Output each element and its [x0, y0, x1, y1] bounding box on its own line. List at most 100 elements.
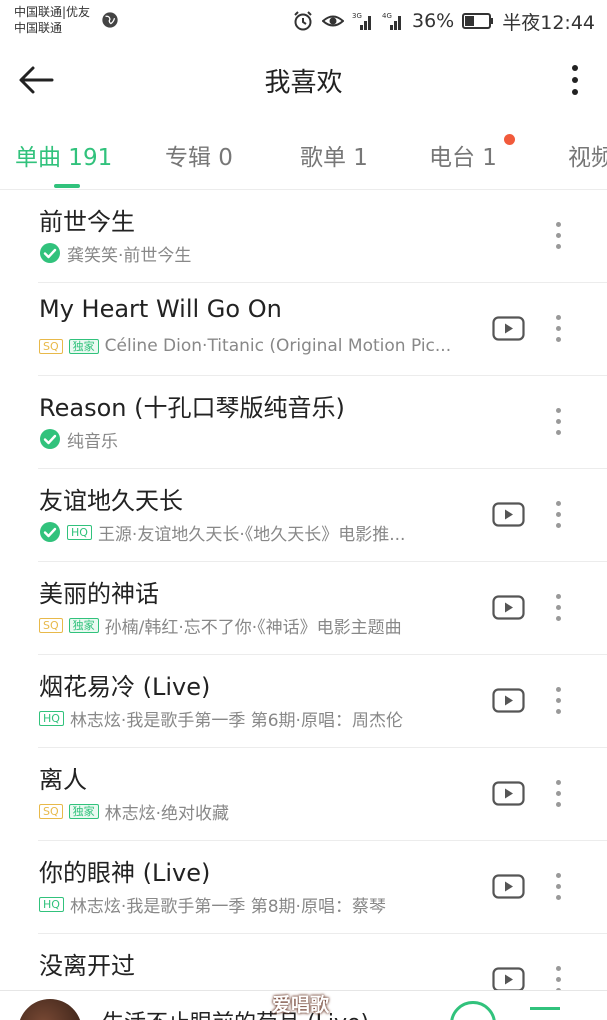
- svg-text:3G: 3G: [352, 12, 362, 20]
- hq-badge: HQ: [67, 524, 92, 540]
- song-title: 烟花易冷 (Live): [39, 673, 211, 701]
- song-row[interactable]: 你的眼神 (Live) HQ 林志炫·我是歌手第一季 第8期·原唱：蔡琴: [0, 841, 607, 934]
- page-title: 我喜欢: [264, 68, 343, 98]
- song-more-button[interactable]: [549, 307, 567, 349]
- notification-dot: [504, 134, 515, 145]
- dot-icon: [555, 708, 561, 714]
- song-more-button[interactable]: [549, 586, 567, 628]
- artist-album-text: 林志炫·绝对收藏: [104, 803, 230, 823]
- song-more-button[interactable]: [549, 493, 567, 535]
- dot-icon: [555, 429, 561, 435]
- song-title: 美丽的神话: [39, 580, 159, 608]
- artist-album-text: 王源·友谊地久天长·《地久天长》电影推...: [97, 524, 406, 544]
- song-subtitle: SQ 独家 林志炫·绝对收藏: [39, 800, 229, 822]
- song-more-button[interactable]: [549, 214, 567, 256]
- downloaded-check-icon: [40, 429, 60, 449]
- artist-album-text: 龚笑笑·前世今生: [67, 245, 192, 265]
- app-bar: 我喜欢: [0, 42, 607, 118]
- exclusive-badge: 独家: [68, 803, 99, 819]
- watermark: 爱唱歌: [272, 994, 330, 1016]
- carrier-info: 中国联通|优友 中国联通: [14, 4, 90, 36]
- play-video-icon[interactable]: [492, 967, 525, 990]
- dot-icon: [555, 325, 561, 331]
- artist-album-text: 林志炫·我是歌手第一季 第8期·原唱：蔡琴: [69, 896, 386, 916]
- song-more-button[interactable]: [549, 679, 567, 721]
- song-title: 离人: [39, 766, 87, 794]
- song-title: 前世今生: [39, 208, 135, 236]
- exclusive-badge: 独家: [68, 338, 99, 354]
- sq-badge: SQ: [39, 617, 63, 633]
- song-title: Reason (十孔口琴版纯音乐): [39, 394, 345, 422]
- dot-icon: [555, 872, 561, 878]
- play-video-icon[interactable]: [492, 874, 525, 899]
- song-title: 没离开过: [39, 952, 135, 980]
- dot-icon: [555, 314, 561, 320]
- artist-album-text: 孙楠/韩红·忘不了你·《神话》电影主题曲: [104, 617, 402, 637]
- song-row[interactable]: Reason (十孔口琴版纯音乐) 纯音乐: [0, 376, 607, 469]
- hq-badge: HQ: [39, 710, 64, 726]
- song-subtitle: SQ 独家 孙楠/韩红·忘不了你·《神话》电影主题曲: [39, 614, 402, 636]
- dot-icon: [555, 511, 561, 517]
- tab-albums[interactable]: 专辑 0: [165, 138, 233, 172]
- carrier-line-1: 中国联通|优友: [14, 5, 91, 19]
- song-list[interactable]: 前世今生 龚笑笑·前世今生 My Heart Will Go On SQ 独家 Célin…: [0, 190, 607, 990]
- dot-icon: [555, 418, 561, 424]
- song-more-button[interactable]: [549, 865, 567, 907]
- dot-icon: [555, 407, 561, 413]
- song-more-button[interactable]: [549, 772, 567, 814]
- song-row[interactable]: My Heart Will Go On SQ 独家 Céline Dion·Titan…: [0, 283, 607, 376]
- dot-icon: [555, 604, 561, 610]
- clock: 半夜12:44: [502, 11, 595, 34]
- song-subtitle: 纯音乐: [39, 428, 118, 450]
- song-subtitle: HQ 王源·友谊地久天长·《地久天长》电影推...: [39, 521, 405, 543]
- song-row[interactable]: 没离开过: [0, 934, 607, 990]
- dot-icon: [555, 779, 561, 785]
- play-video-icon[interactable]: [492, 781, 525, 806]
- song-row[interactable]: 前世今生龚笑笑·前世今生: [0, 190, 607, 283]
- tab-videos[interactable]: 视频: [568, 138, 607, 172]
- carrier-line-2: 中国联通: [14, 21, 63, 35]
- play-button[interactable]: [450, 1001, 496, 1020]
- dot-icon: [555, 522, 561, 528]
- dot-icon: [555, 976, 561, 982]
- battery-percent: 36%: [412, 10, 455, 32]
- playlist-button[interactable]: [530, 1007, 560, 1010]
- dot-icon: [555, 801, 561, 807]
- song-more-button[interactable]: [549, 400, 567, 442]
- album-cover[interactable]: [18, 999, 82, 1020]
- song-row[interactable]: 离人 SQ 独家 林志炫·绝对收藏: [0, 748, 607, 841]
- dot-icon: [555, 697, 561, 703]
- song-title: 你的眼神 (Live): [39, 859, 211, 887]
- downloaded-check-icon: [40, 243, 60, 263]
- play-video-icon[interactable]: [492, 688, 525, 713]
- song-row[interactable]: 美丽的神话 SQ 独家 孙楠/韩红·忘不了你·《神话》电影主题曲: [0, 562, 607, 655]
- dot-icon: [555, 500, 561, 506]
- dot-icon: [555, 883, 561, 889]
- tab-bar: 单曲 191 专辑 0 歌单 1 电台 1 视频: [0, 118, 607, 190]
- artist-album-text: 林志炫·我是歌手第一季 第6期·原唱：周杰伦: [69, 710, 403, 730]
- song-row[interactable]: 友谊地久天长 HQ 王源·友谊地久天长·《地久天长》电影推...: [0, 469, 607, 562]
- status-icons: 3G 4G 36% 半夜12:44: [292, 8, 595, 34]
- exclusive-badge: 独家: [68, 617, 99, 633]
- dot-icon: [555, 790, 561, 796]
- artist-album-text: 纯音乐: [67, 431, 118, 451]
- song-row[interactable]: 烟花易冷 (Live) HQ 林志炫·我是歌手第一季 第6期·原唱：周杰伦: [0, 655, 607, 748]
- song-more-button[interactable]: [549, 958, 567, 990]
- song-subtitle: 龚笑笑·前世今生: [39, 242, 191, 264]
- tab-radio[interactable]: 电台 1: [429, 138, 497, 172]
- dot-icon: [555, 243, 561, 249]
- dot-icon: [555, 894, 561, 900]
- sq-badge: SQ: [39, 803, 63, 819]
- song-title: 友谊地久天长: [39, 487, 183, 515]
- alarm-icon: [294, 11, 312, 31]
- dot-icon: [555, 336, 561, 342]
- tab-playlists[interactable]: 歌单 1: [300, 138, 368, 172]
- play-video-icon[interactable]: [492, 502, 525, 527]
- more-options-button[interactable]: [565, 60, 585, 100]
- song-subtitle: HQ 林志炫·我是歌手第一季 第6期·原唱：周杰伦: [39, 707, 403, 729]
- dot-icon: [572, 65, 578, 71]
- play-video-icon[interactable]: [492, 595, 525, 620]
- dot-icon: [555, 593, 561, 599]
- tab-songs[interactable]: 单曲 191: [15, 138, 112, 172]
- play-video-icon[interactable]: [492, 316, 525, 341]
